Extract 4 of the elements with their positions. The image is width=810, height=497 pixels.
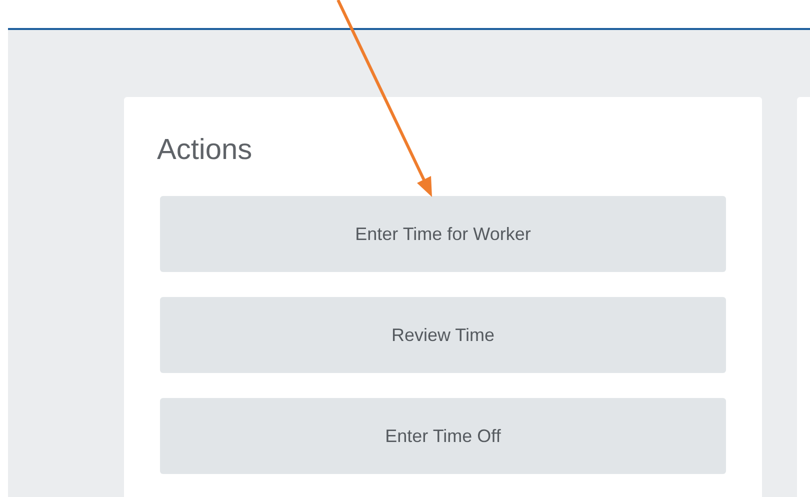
card-title: Actions xyxy=(157,133,254,167)
action-button[interactable]: Enter Time for Worker xyxy=(160,196,726,272)
action-button[interactable]: Enter Time Off xyxy=(160,398,726,474)
action-button[interactable]: Review Time xyxy=(160,297,726,373)
